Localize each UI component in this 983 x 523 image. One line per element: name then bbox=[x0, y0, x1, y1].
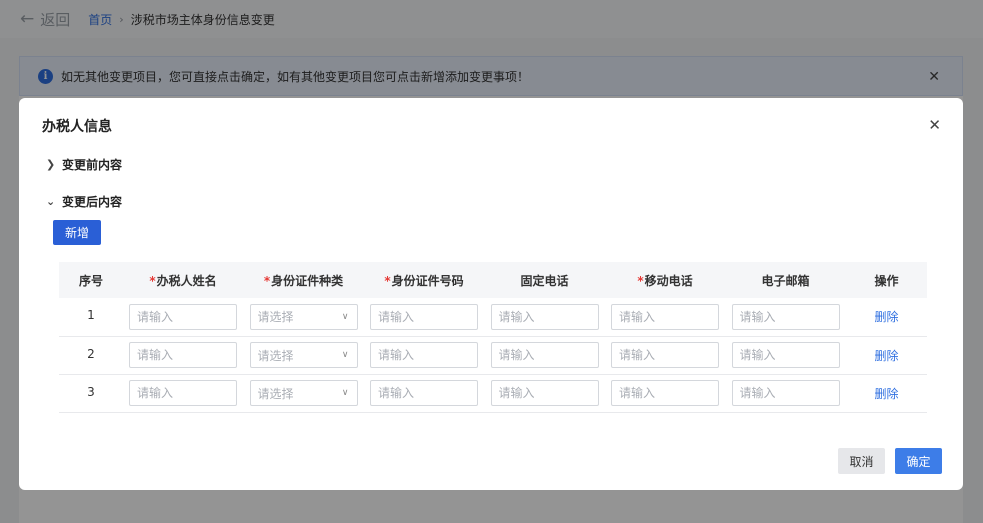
add-button[interactable]: 新增 bbox=[53, 220, 101, 245]
section-before-label: 变更前内容 bbox=[62, 158, 123, 172]
chevron-down-icon: ∨ bbox=[341, 350, 349, 360]
col-header-mobile: *移动电话 bbox=[605, 262, 725, 298]
mobile-input[interactable] bbox=[611, 342, 719, 368]
section-after-label: 变更后内容 bbox=[62, 195, 123, 209]
delete-link[interactable]: 删除 bbox=[874, 387, 898, 401]
id-number-input[interactable] bbox=[370, 380, 478, 406]
mobile-input[interactable] bbox=[611, 303, 719, 330]
table-row: 3 请选择∨ 删除 bbox=[59, 374, 927, 413]
col-header-index: 序号 bbox=[59, 262, 123, 298]
name-input[interactable] bbox=[129, 303, 237, 330]
chevron-down-icon: ∨ bbox=[341, 311, 349, 322]
email-input[interactable] bbox=[731, 380, 840, 406]
id-number-input[interactable] bbox=[370, 303, 478, 330]
row-index: 2 bbox=[59, 336, 123, 375]
col-header-name: *办税人姓名 bbox=[123, 262, 243, 298]
taxpayer-info-modal: 办税人信息 ✕ ❯ 变更前内容 ⌄ 变更后内容 新增 序号 *办税人姓名 *身份… bbox=[19, 98, 963, 490]
chevron-right-icon: ❯ bbox=[46, 158, 56, 171]
section-before-toggle[interactable]: ❯ 变更前内容 bbox=[46, 156, 122, 173]
id-type-select[interactable]: 请选择 ∨ bbox=[249, 380, 358, 406]
section-after-toggle[interactable]: ⌄ 变更后内容 bbox=[46, 193, 122, 210]
col-header-id-number: *身份证件号码 bbox=[364, 262, 484, 298]
chevron-down-icon: ⌄ bbox=[46, 195, 56, 208]
landline-input[interactable] bbox=[490, 342, 599, 368]
table-row: 1 请选择∨ 删除 bbox=[59, 298, 927, 337]
col-header-action: 操作 bbox=[846, 262, 927, 298]
table-row: 2 请选择∨ 删除 bbox=[59, 336, 927, 375]
row-index: 1 bbox=[59, 298, 123, 337]
name-input[interactable] bbox=[129, 380, 237, 406]
taxpayer-table: 序号 *办税人姓名 *身份证件种类 *身份证件号码 固定电话 *移动电话 电子邮… bbox=[59, 262, 927, 413]
modal-title: 办税人信息 bbox=[42, 119, 112, 135]
table-header-row: 序号 *办税人姓名 *身份证件种类 *身份证件号码 固定电话 *移动电话 电子邮… bbox=[59, 262, 927, 298]
row-index: 3 bbox=[59, 374, 123, 413]
email-input[interactable] bbox=[731, 303, 840, 330]
id-number-input[interactable] bbox=[370, 342, 478, 368]
chevron-down-icon: ∨ bbox=[341, 388, 349, 398]
confirm-button[interactable]: 确定 bbox=[895, 448, 942, 474]
id-type-select[interactable]: 请选择 ∨ bbox=[249, 342, 358, 368]
cancel-button[interactable]: 取消 bbox=[838, 448, 885, 474]
col-header-landline: 固定电话 bbox=[484, 262, 605, 298]
col-header-id-type: *身份证件种类 bbox=[243, 262, 364, 298]
landline-input[interactable] bbox=[490, 380, 599, 406]
modal-close-icon[interactable]: ✕ bbox=[928, 116, 941, 134]
landline-input[interactable] bbox=[490, 303, 599, 330]
id-type-select[interactable]: 请选择 ∨ bbox=[249, 303, 358, 330]
mobile-input[interactable] bbox=[611, 380, 719, 406]
col-header-email: 电子邮箱 bbox=[725, 262, 846, 298]
delete-link[interactable]: 删除 bbox=[874, 310, 898, 324]
name-input[interactable] bbox=[129, 342, 237, 368]
email-input[interactable] bbox=[731, 342, 840, 368]
delete-link[interactable]: 删除 bbox=[874, 349, 898, 363]
